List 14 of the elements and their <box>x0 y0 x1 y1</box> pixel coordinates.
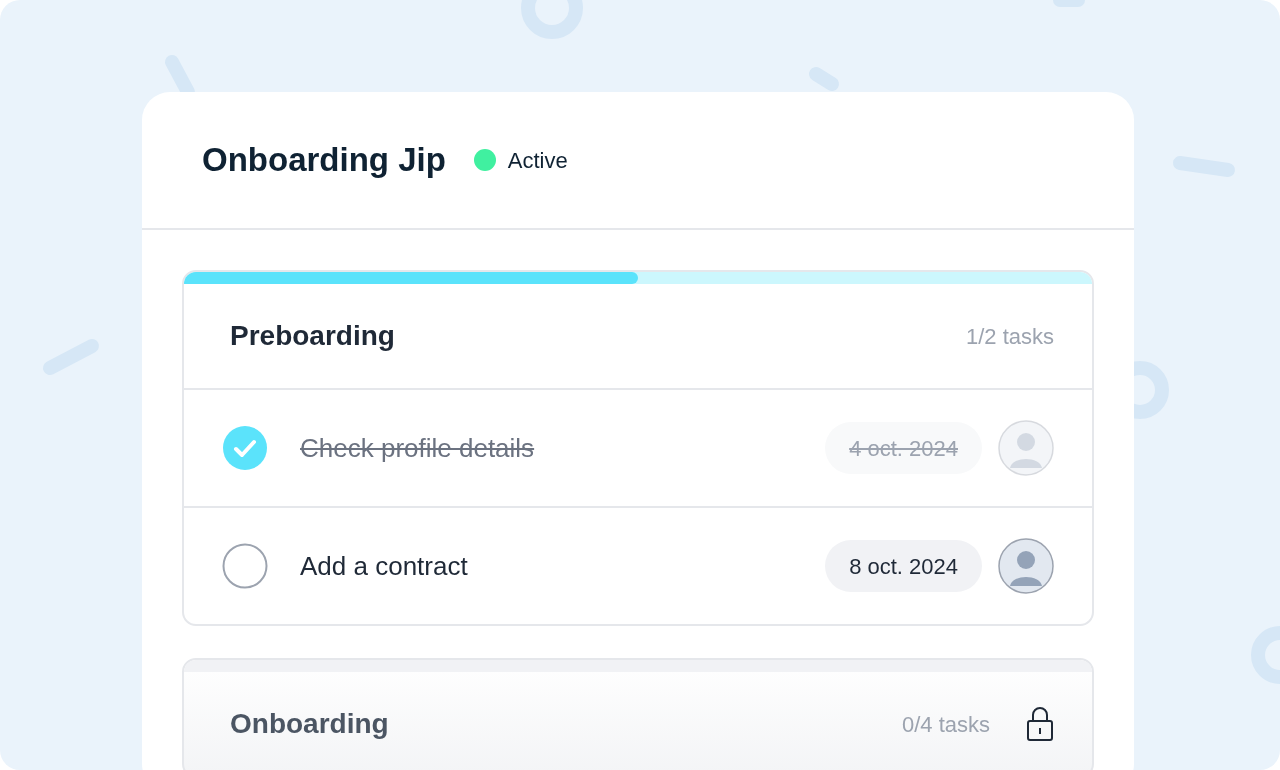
stage-title: Onboarding <box>230 707 389 741</box>
task-label: Add a contract <box>300 549 468 583</box>
task-label: Check profile details <box>300 431 535 465</box>
task-count: 0/4 tasks <box>901 710 990 739</box>
checkbox[interactable] <box>222 425 268 471</box>
due-date-pill: 4 oct. 2024 <box>825 422 982 474</box>
avatar-icon <box>998 420 1054 476</box>
due-date-pill: 8 oct. 2024 <box>825 540 982 592</box>
stage-title: Preboarding <box>230 319 395 353</box>
avatar-icon <box>998 538 1054 594</box>
task-count: 1/2 tasks <box>965 322 1054 351</box>
card-title: Onboarding Jip <box>202 140 446 181</box>
status-label: Active <box>507 146 568 175</box>
checkbox[interactable] <box>222 543 268 589</box>
